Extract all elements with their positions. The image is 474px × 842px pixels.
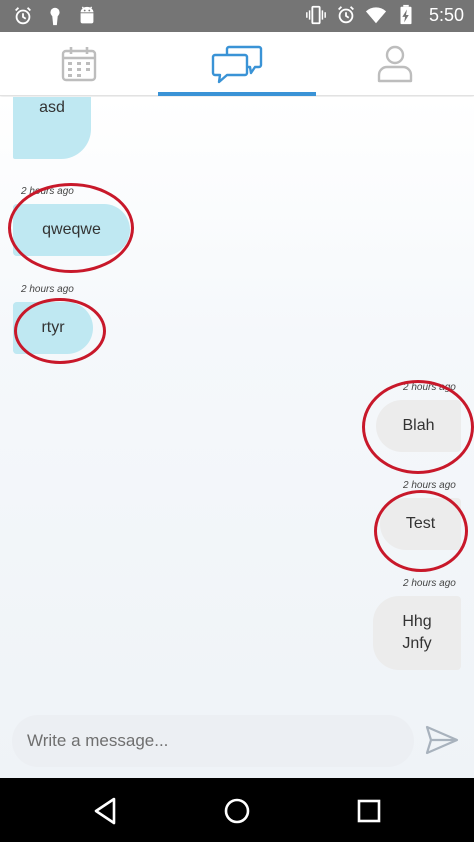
tab-profile[interactable] — [316, 32, 474, 96]
message-timestamp: 2 hours ago — [21, 186, 74, 197]
message-text: asd — [39, 99, 65, 116]
message-text: qweqwe — [42, 221, 101, 238]
status-bar: 5:50 — [0, 0, 474, 32]
status-time: 5:50 — [428, 4, 464, 25]
message-text: Test — [405, 515, 436, 532]
message-list[interactable]: asd 2 hours ago qweqwe 2 hours ago rtyr … — [0, 97, 474, 780]
chat-icon — [211, 45, 263, 84]
message-text: Blah — [402, 417, 435, 434]
calendar-icon — [61, 47, 97, 82]
message-bubble[interactable]: qweqwe — [13, 204, 130, 256]
alarm-icon — [337, 6, 354, 24]
message-bubble[interactable]: Blah — [376, 400, 461, 452]
composer — [0, 710, 474, 778]
system-nav-bar — [0, 778, 474, 842]
recents-icon[interactable] — [352, 794, 386, 828]
wifi-icon — [365, 7, 387, 24]
message-bubble[interactable]: Hhg Jnfy — [373, 596, 461, 670]
message-bubble[interactable]: Test — [380, 498, 461, 550]
message-timestamp: 2 hours ago — [403, 480, 456, 491]
tab-chat[interactable] — [158, 32, 316, 96]
message-text: Hhg Jnfy — [402, 613, 432, 652]
profile-icon — [377, 45, 413, 83]
message-input[interactable] — [12, 715, 414, 767]
home-icon[interactable] — [220, 794, 254, 828]
back-icon[interactable] — [88, 794, 122, 828]
vibrate-icon — [306, 5, 326, 25]
message-bubble[interactable]: rtyr — [13, 302, 93, 354]
keyhole-icon — [50, 7, 60, 26]
tab-calendar[interactable] — [0, 32, 158, 96]
battery-charging-icon — [400, 4, 412, 25]
message-timestamp: 2 hours ago — [21, 284, 74, 295]
message-text: rtyr — [41, 319, 65, 336]
alarm-icon — [15, 7, 31, 25]
active-tab-indicator — [158, 92, 316, 96]
message-bubble[interactable]: asd — [13, 97, 91, 159]
android-icon — [80, 6, 94, 24]
message-timestamp: 2 hours ago — [403, 578, 456, 589]
send-icon[interactable] — [424, 724, 460, 756]
tab-bar — [0, 32, 474, 96]
message-timestamp: 2 hours ago — [403, 382, 456, 393]
